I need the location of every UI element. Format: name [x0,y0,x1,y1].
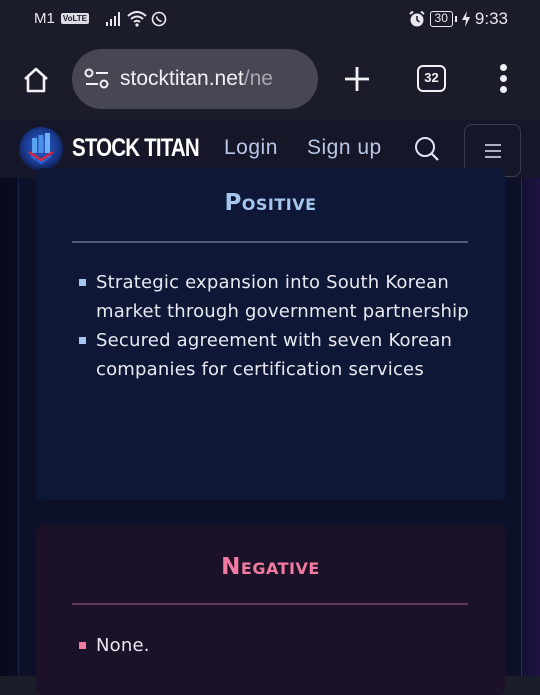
status-bar: M1 VoLTE 30 9:33 [0,0,540,38]
volte-badge: VoLTE [60,13,89,24]
battery-icon: 30 [429,11,458,27]
negative-divider [72,603,468,605]
positive-title: Positive [224,190,317,216]
negative-list: None. [78,631,478,660]
brand-name[interactable]: STOCK TITAN [72,134,200,163]
new-tab-icon [345,67,369,91]
bullet-icon [79,642,86,649]
list-item-text: Secured agreement with seven Korean comp… [96,330,453,380]
hamburger-menu-icon [484,143,501,158]
wifi-icon [127,10,147,27]
home-button[interactable] [18,62,54,98]
charging-icon [461,11,470,27]
list-item: None. [78,631,478,660]
positive-divider [72,241,468,243]
browser-toolbar: stocktitan.net/ne 32 [0,38,540,120]
list-item-text: None. [96,635,150,656]
url-path: /ne [243,67,273,90]
list-item-text: Strategic expansion into South Korean ma… [96,272,469,322]
url-domain: stocktitan.net [120,67,244,90]
bullet-icon [79,279,86,286]
positive-card: Positive Strategic expansion into South … [36,168,505,500]
search-button[interactable] [413,135,441,163]
site-settings-icon[interactable] [84,68,110,90]
clock: 9:33 [474,9,508,28]
bullet-icon [79,337,86,344]
negative-card: Negative None. [36,525,505,695]
more-menu-icon[interactable] [496,64,510,96]
address-bar[interactable]: stocktitan.net/ne [72,49,318,109]
tab-switcher-button[interactable]: 32 [417,65,446,92]
content-container: Positive Strategic expansion into South … [18,168,522,695]
new-tab-button[interactable] [340,62,374,96]
search-icon [415,137,439,161]
signup-link[interactable]: Sign up [307,136,382,160]
list-item: Secured agreement with seven Korean comp… [78,326,478,384]
positive-list: Strategic expansion into South Korean ma… [78,268,478,384]
list-item: Strategic expansion into South Korean ma… [78,268,478,326]
whatsapp-icon [151,11,167,26]
alarm-icon [408,10,425,27]
logo-icon[interactable] [18,126,64,172]
negative-title: Negative [221,554,320,580]
signal-icon [106,11,120,26]
carrier-label: M1 [34,10,55,27]
login-link[interactable]: Login [224,136,278,160]
home-icon [24,67,48,93]
page-content: Positive Strategic expansion into South … [0,168,540,695]
